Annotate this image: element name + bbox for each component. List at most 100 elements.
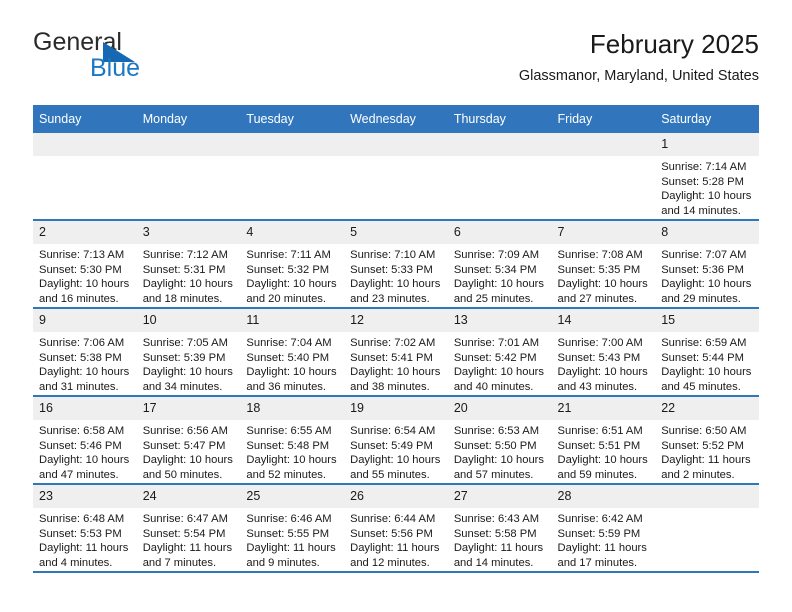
day-sunset-text: Sunset: 5:41 PM (350, 351, 433, 364)
day-sunset-text: Sunset: 5:51 PM (557, 439, 641, 452)
day-number: 17 (136, 397, 241, 420)
day-daylight-text: Daylight: 10 hours (557, 366, 648, 379)
calendar-day-cell[interactable]: 11 Sunrise: 7:04 AM Sunset: 5:40 PM Dayligh… (240, 308, 345, 397)
day-daylight2-text: and 25 minutes. (453, 292, 534, 305)
day-daylight2-text: and 20 minutes. (246, 292, 327, 305)
day-sun-info: Sunrise: 6:53 AM Sunset: 5:50 PM Daylight:… (448, 420, 552, 482)
day-sunrise-text: Sunrise: 7:13 AM (39, 249, 125, 261)
calendar-day-cell-empty (447, 133, 552, 221)
calendar-day-cell[interactable]: 25 Sunrise: 6:46 AM Sunset: 5:55 PM Dayligh… (240, 484, 345, 573)
calendar-day-cell[interactable]: 4 Sunrise: 7:11 AM Sunset: 5:32 PM Daylight… (240, 220, 345, 309)
day-daylight-text: Daylight: 10 hours (661, 278, 752, 291)
day-sunrise-text: Sunrise: 7:00 AM (557, 337, 643, 349)
day-sunset-text: Sunset: 5:53 PM (39, 527, 122, 540)
calendar-day-cell[interactable]: 8 Sunrise: 7:07 AM Sunset: 5:36 PM Daylight… (655, 220, 759, 309)
calendar-day-cell[interactable]: 26 Sunrise: 6:44 AM Sunset: 5:56 PM Dayligh… (344, 484, 448, 573)
day-daylight2-text: and 59 minutes. (557, 468, 638, 481)
calendar-day-cell[interactable]: 18 Sunrise: 6:55 AM Sunset: 5:48 PM Dayligh… (240, 396, 345, 485)
day-sunrise-text: Sunrise: 7:05 AM (142, 337, 228, 349)
day-sunrise-text: Sunrise: 6:46 AM (246, 513, 332, 525)
day-daylight2-text: and 38 minutes. (350, 380, 430, 393)
calendar-day-cell[interactable]: 28 Sunrise: 6:42 AM Sunset: 5:59 PM Dayligh… (551, 484, 656, 573)
day-sun-info: Sunrise: 7:07 AM Sunset: 5:36 PM Daylight:… (655, 244, 759, 306)
calendar-day-cell[interactable]: 20 Sunrise: 6:53 AM Sunset: 5:50 PM Dayligh… (447, 396, 552, 485)
day-daylight-text: Daylight: 10 hours (453, 278, 544, 291)
day-number: 10 (136, 309, 241, 332)
calendar-day-cell[interactable]: 3 Sunrise: 7:12 AM Sunset: 5:31 PM Daylight… (136, 220, 241, 309)
day-daylight-text: Daylight: 11 hours (246, 542, 336, 555)
day-sun-info: Sunrise: 6:50 AM Sunset: 5:52 PM Daylight:… (655, 420, 759, 482)
day-daylight2-text: and 50 minutes. (142, 468, 223, 481)
day-sunset-text: Sunset: 5:35 PM (557, 263, 641, 276)
day-sunset-text: Sunset: 5:42 PM (453, 351, 537, 364)
day-sun-info: Sunrise: 6:58 AM Sunset: 5:46 PM Daylight:… (33, 420, 137, 482)
day-daylight2-text: and 40 minutes. (453, 380, 534, 393)
day-daylight2-text: and 2 minutes. (661, 468, 735, 481)
day-sunrise-text: Sunrise: 7:11 AM (246, 249, 331, 261)
day-daylight-text: Daylight: 10 hours (142, 278, 233, 291)
calendar-day-cell[interactable]: 1 Sunrise: 7:14 AM Sunset: 5:28 PM Daylight… (655, 133, 759, 221)
day-sunrise-text: Sunrise: 6:43 AM (453, 513, 540, 525)
day-sunrise-text: Sunrise: 7:10 AM (350, 249, 436, 261)
day-number: 5 (344, 221, 448, 244)
calendar-day-cell[interactable]: 23 Sunrise: 6:48 AM Sunset: 5:53 PM Dayligh… (33, 484, 137, 573)
calendar-day-cell[interactable]: 14 Sunrise: 7:00 AM Sunset: 5:43 PM Dayligh… (551, 308, 656, 397)
general-blue-logo[interactable]: General Blue (33, 28, 263, 88)
day-number: 9 (33, 309, 137, 332)
day-daylight2-text: and 27 minutes. (557, 292, 638, 305)
day-daylight2-text: and 14 minutes. (661, 204, 741, 217)
day-daylight2-text: and 45 minutes. (661, 380, 741, 393)
day-number: 20 (447, 397, 552, 420)
calendar-week-row: 9 Sunrise: 7:06 AM Sunset: 5:38 PM Daylight… (33, 308, 759, 397)
day-sun-info: Sunrise: 6:42 AM Sunset: 5:59 PM Daylight:… (552, 508, 656, 570)
day-sun-info: Sunrise: 7:05 AM Sunset: 5:39 PM Daylight:… (137, 332, 241, 394)
day-sunset-text: Sunset: 5:33 PM (350, 263, 433, 276)
calendar-day-cell[interactable]: 17 Sunrise: 6:56 AM Sunset: 5:47 PM Dayligh… (136, 396, 241, 485)
weekday-header-monday: Monday (136, 105, 241, 133)
day-sun-info: Sunrise: 6:47 AM Sunset: 5:54 PM Daylight:… (137, 508, 241, 570)
day-sun-info: Sunrise: 7:04 AM Sunset: 5:40 PM Daylight:… (240, 332, 344, 394)
calendar-body: 1 Sunrise: 7:14 AM Sunset: 5:28 PM Daylight… (33, 133, 759, 573)
day-daylight-text: Daylight: 10 hours (453, 366, 544, 379)
calendar-day-cell[interactable]: 27 Sunrise: 6:43 AM Sunset: 5:58 PM Dayligh… (447, 484, 552, 573)
calendar-day-cell[interactable]: 13 Sunrise: 7:01 AM Sunset: 5:42 PM Dayligh… (447, 308, 552, 397)
day-sunset-text: Sunset: 5:36 PM (661, 263, 744, 276)
day-sunrise-text: Sunrise: 6:59 AM (661, 337, 747, 349)
day-sun-info: Sunrise: 6:44 AM Sunset: 5:56 PM Daylight:… (344, 508, 448, 570)
calendar-day-cell[interactable]: 6 Sunrise: 7:09 AM Sunset: 5:34 PM Daylight… (447, 220, 552, 309)
day-number: 8 (655, 221, 759, 244)
calendar-day-cell[interactable]: 10 Sunrise: 7:05 AM Sunset: 5:39 PM Dayligh… (136, 308, 241, 397)
day-daylight-text: Daylight: 10 hours (350, 366, 441, 379)
day-number: 13 (447, 309, 552, 332)
calendar-day-cell[interactable]: 22 Sunrise: 6:50 AM Sunset: 5:52 PM Dayligh… (655, 396, 759, 485)
day-sunset-text: Sunset: 5:34 PM (453, 263, 537, 276)
calendar-day-cell[interactable]: 24 Sunrise: 6:47 AM Sunset: 5:54 PM Dayligh… (136, 484, 241, 573)
day-sunset-text: Sunset: 5:54 PM (142, 527, 226, 540)
day-daylight-text: Daylight: 10 hours (350, 454, 441, 467)
day-daylight-text: Daylight: 10 hours (39, 454, 130, 467)
day-number: 7 (551, 221, 656, 244)
weekday-header-friday: Friday (551, 105, 656, 133)
day-number: 18 (240, 397, 345, 420)
logo-text-blue: Blue (90, 54, 141, 82)
calendar-day-cell[interactable]: 21 Sunrise: 6:51 AM Sunset: 5:51 PM Dayligh… (551, 396, 656, 485)
calendar-day-cell[interactable]: 5 Sunrise: 7:10 AM Sunset: 5:33 PM Daylight… (344, 220, 448, 309)
day-sunrise-text: Sunrise: 6:53 AM (453, 425, 540, 437)
calendar-day-cell[interactable]: 16 Sunrise: 6:58 AM Sunset: 5:46 PM Dayligh… (33, 396, 137, 485)
day-sunset-text: Sunset: 5:32 PM (246, 263, 330, 276)
calendar-day-cell[interactable]: 15 Sunrise: 6:59 AM Sunset: 5:44 PM Dayligh… (655, 308, 759, 397)
day-daylight2-text: and 55 minutes. (350, 468, 430, 481)
day-daylight-text: Daylight: 10 hours (661, 366, 752, 379)
calendar-day-cell[interactable]: 2 Sunrise: 7:13 AM Sunset: 5:30 PM Daylight… (33, 220, 137, 309)
calendar-day-cell[interactable]: 7 Sunrise: 7:08 AM Sunset: 5:35 PM Daylight… (551, 220, 656, 309)
calendar-day-cell[interactable]: 9 Sunrise: 7:06 AM Sunset: 5:38 PM Daylight… (33, 308, 137, 397)
day-daylight2-text: and 52 minutes. (246, 468, 327, 481)
calendar-day-cell-empty (240, 133, 345, 221)
day-number: 4 (240, 221, 345, 244)
calendar-day-cell[interactable]: 12 Sunrise: 7:02 AM Sunset: 5:41 PM Dayligh… (344, 308, 448, 397)
calendar-page: General Blue February 2025 Glassmanor, M… (0, 0, 792, 612)
day-daylight2-text: and 4 minutes. (39, 556, 113, 569)
calendar-day-cell[interactable]: 19 Sunrise: 6:54 AM Sunset: 5:49 PM Dayligh… (344, 396, 448, 485)
page-header: General Blue February 2025 Glassmanor, M… (33, 28, 759, 96)
day-number: 22 (655, 397, 759, 420)
